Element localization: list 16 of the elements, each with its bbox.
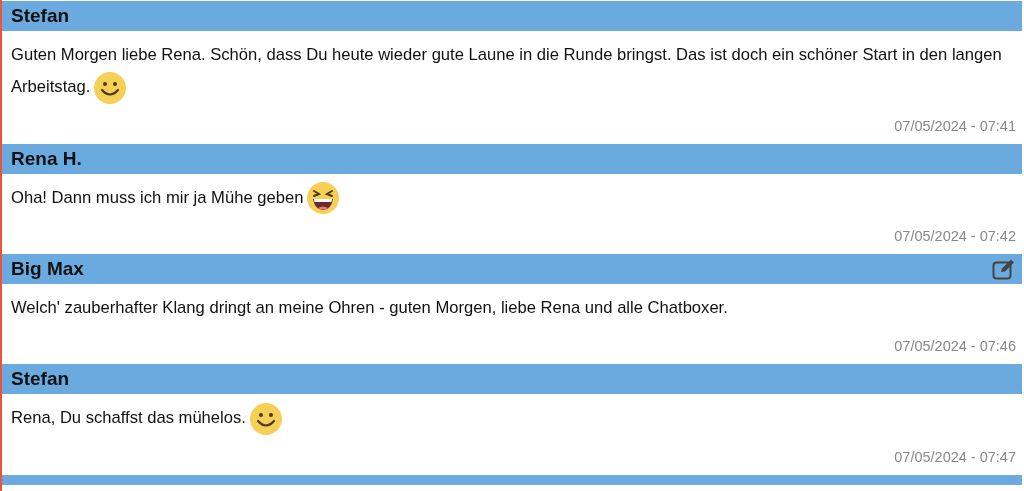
smiley-icon — [249, 402, 282, 435]
message-text: Welch' zauberhafter Klang dringt an meine Ohren - guten Morgen, liebe Rena und alle Chatboxer. — [11, 297, 729, 320]
smiley-icon — [94, 71, 127, 104]
author-name: Stefan — [11, 5, 70, 27]
message-text: Guten Morgen liebe Rena. Schön, dass Du heute wieder gute Laune in die Runde bringst. Das ist doch ein schöner Start in den langen Arbeitstag. — [11, 39, 1016, 104]
timestamp: 07/05/2024 - 07:47 — [893, 447, 1016, 467]
timestamp: 07/05/2024 - 07:41 — [893, 116, 1016, 136]
timestamp: 07/05/2024 - 07:42 — [893, 227, 1016, 247]
message-text: Rena, Du schaffst das mühelos. — [11, 402, 1016, 435]
author-name: Rena H. — [11, 147, 82, 170]
laughing-emoji-icon — [307, 182, 340, 215]
edit-icon[interactable] — [992, 258, 1016, 281]
author-name: Big Max — [11, 258, 84, 281]
timestamp: 07/05/2024 - 07:46 — [893, 337, 1016, 357]
message-text: Oha! Dann muss ich mir ja Mühe geben — [11, 181, 1016, 215]
author-name: Stefan — [11, 368, 70, 391]
